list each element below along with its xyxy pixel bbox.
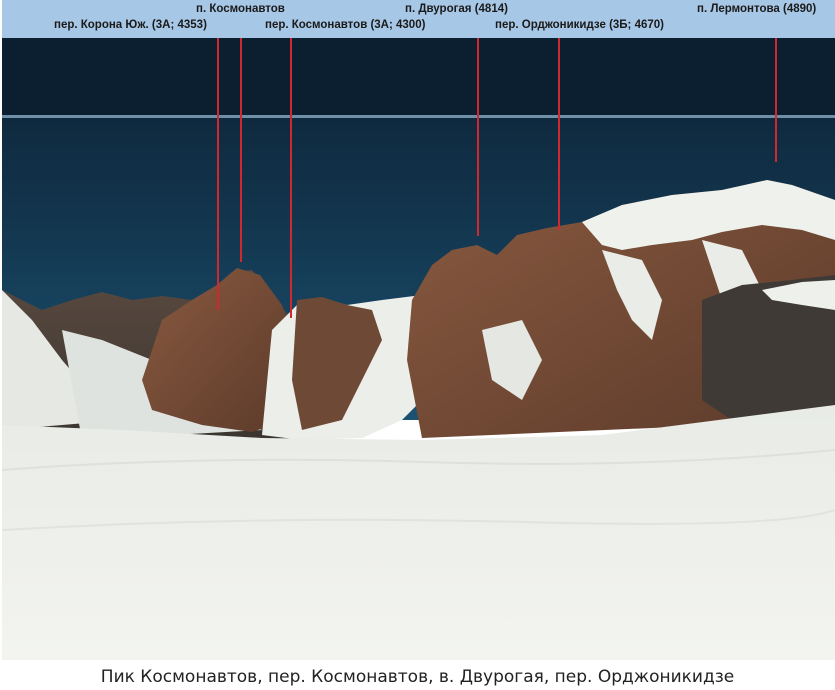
pointer-lines xyxy=(217,38,777,318)
photo-caption: Пик Космонавтов, пер. Космонавтов, в. Дв… xyxy=(100,667,735,687)
